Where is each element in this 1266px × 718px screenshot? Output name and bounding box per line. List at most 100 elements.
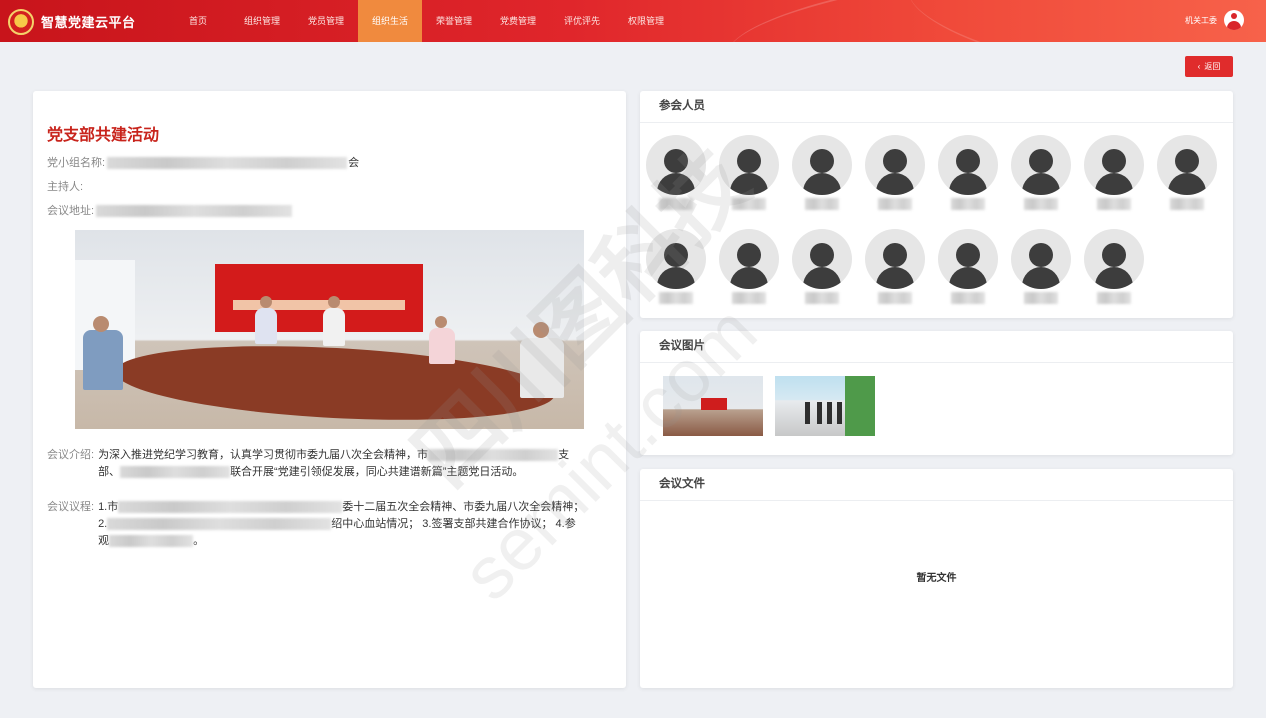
intro-row: 会议介绍: 为深入推进党纪学习教育，认真学习贯彻市委九届八次全会精神，市 支 部、… [47, 447, 609, 481]
attendee-avatar [1084, 135, 1144, 217]
user-avatar-icon[interactable] [1224, 10, 1244, 30]
agenda-text: 1.市 委十二届五次全会精神、市委九届八次全会精神； 2. 绍中心血站情况； 3.签… [94, 499, 584, 550]
redacted-text [107, 157, 348, 169]
user-avatar-icon [1011, 229, 1071, 289]
main-nav: 首页 组织管理 党员管理 组织生活 荣誉管理 党费管理 评优评先 权限管理 [166, 0, 678, 42]
nav-item-evaluation[interactable]: 评优评先 [550, 0, 614, 42]
user-avatar-icon [646, 229, 706, 289]
attendee-avatar [646, 135, 706, 217]
address-row: 会议地址: [47, 203, 612, 219]
agenda-text-part: 2. [98, 518, 108, 530]
redacted-text [951, 292, 985, 304]
agenda-text-part: 1.市 [98, 501, 119, 513]
intro-label: 会议介绍: [47, 449, 95, 461]
redacted-text [732, 198, 766, 210]
agenda-label: 会议议程: [47, 501, 95, 513]
intro-text-part: 联合开展“党建引领促发展，同心共建谱新篇”主题党日活动。 [230, 466, 524, 478]
group-name-value-end: 会 [348, 157, 360, 169]
host-label: 主持人: [47, 181, 84, 193]
address-label: 会议地址: [47, 205, 95, 217]
nav-item-member-management[interactable]: 党员管理 [294, 0, 358, 42]
redacted-text [878, 198, 912, 210]
redacted-text [107, 518, 332, 531]
agenda-text-part: 观 [98, 535, 110, 547]
user-avatar-icon [865, 229, 925, 289]
user-avatar-icon [1084, 135, 1144, 195]
attendee-avatar [1157, 135, 1217, 217]
user-avatar-icon [646, 135, 706, 195]
redacted-text [1097, 292, 1131, 304]
attendee-avatar [719, 135, 779, 217]
meeting-pictures-card: 会议图片 [640, 331, 1233, 455]
attendee-avatar [1011, 135, 1071, 217]
attendee-avatar [1011, 229, 1071, 311]
agenda-text-part: 。 [193, 535, 205, 547]
redacted-text [805, 292, 839, 304]
app-title: 智慧党建云平台 [41, 15, 136, 30]
back-button[interactable]: ‹ 返回 [1185, 56, 1233, 77]
attendee-avatar [719, 229, 779, 311]
meeting-photo-thumbnail[interactable] [775, 376, 875, 436]
user-avatar-icon [792, 135, 852, 195]
intro-text: 为深入推进党纪学习教育，认真学习贯彻市委九届八次全会精神，市 支 部、 联合开展“党… [94, 447, 569, 481]
redacted-text [1024, 198, 1058, 210]
meeting-intro-section: 会议介绍: 为深入推进党纪学习教育，认真学习贯彻市委九届八次全会精神，市 支 部、… [47, 447, 609, 558]
meeting-main-photo [75, 230, 584, 429]
redacted-text [1024, 292, 1058, 304]
redacted-text [96, 205, 293, 217]
redacted-text [659, 198, 693, 210]
agenda-text-part: 委十二届五次全会精神、市委九届八次全会精神； [342, 501, 585, 513]
redacted-text [805, 198, 839, 210]
group-name-label: 党小组名称: [47, 157, 106, 169]
intro-text-part: 为深入推进党纪学习教育，认真学习贯彻市委九届八次全会精神，市 [98, 449, 429, 461]
empty-files-text: 暂无文件 [916, 573, 957, 584]
meeting-photo-thumbnail[interactable] [663, 376, 763, 436]
nav-item-org-life[interactable]: 组织生活 [358, 0, 422, 42]
redacted-text [120, 466, 231, 479]
user-avatar-icon [1011, 135, 1071, 195]
user-avatar-icon [938, 135, 998, 195]
agenda-row: 会议议程: 1.市 委十二届五次全会精神、市委九届八次全会精神； 2. 绍中心血站情… [47, 499, 609, 550]
redacted-text [951, 198, 985, 210]
user-menu[interactable]: 机关工委 [1185, 10, 1244, 30]
intro-text-part: 支 [558, 449, 570, 461]
intro-text-part: 部、 [98, 466, 121, 478]
redacted-text [659, 292, 693, 304]
nav-item-org-management[interactable]: 组织管理 [230, 0, 294, 42]
user-avatar-icon [792, 229, 852, 289]
attendee-avatar [938, 135, 998, 217]
user-avatar-icon [938, 229, 998, 289]
redacted-text [109, 535, 194, 548]
agenda-text-part: 绍中心血站情况； 3.签署支部共建合作协议； 4.参 [331, 518, 576, 530]
user-avatar-icon [1084, 229, 1144, 289]
attendee-avatar [792, 135, 852, 217]
meeting-files-heading: 会议文件 [640, 469, 1233, 501]
nav-item-permission-management[interactable]: 权限管理 [614, 0, 678, 42]
attendees-card: 参会人员 [640, 91, 1233, 318]
meeting-pictures-heading: 会议图片 [640, 331, 1233, 363]
meeting-title: 党支部共建活动 [47, 127, 160, 144]
attendee-avatar [938, 229, 998, 311]
meeting-detail-card: 党支部共建活动 党小组名称: 会 主持人: 会议地址: 会议介绍: 为深入推进党… [33, 91, 626, 688]
party-emblem-logo [8, 9, 34, 35]
attendee-avatar [865, 135, 925, 217]
meeting-files-card: 会议文件 暂无文件 [640, 469, 1233, 688]
redacted-text [878, 292, 912, 304]
nav-item-dues-management[interactable]: 党费管理 [486, 0, 550, 42]
redacted-text [1097, 198, 1131, 210]
group-name-row: 党小组名称: 会 [47, 155, 612, 171]
redacted-text [1170, 198, 1204, 210]
nav-item-honor-management[interactable]: 荣誉管理 [422, 0, 486, 42]
chevron-left-icon: ‹ [1197, 62, 1201, 71]
user-avatar-icon [719, 229, 779, 289]
redacted-text [732, 292, 766, 304]
user-avatar-icon [1157, 135, 1217, 195]
attendee-avatar [865, 229, 925, 311]
top-navbar: 智慧党建云平台 首页 组织管理 党员管理 组织生活 荣誉管理 党费管理 评优评先… [0, 0, 1266, 42]
redacted-text [428, 449, 559, 462]
attendee-avatar [646, 229, 706, 311]
attendee-avatar [792, 229, 852, 311]
host-row: 主持人: [47, 179, 612, 195]
nav-item-home[interactable]: 首页 [166, 0, 230, 42]
user-avatar-icon [865, 135, 925, 195]
